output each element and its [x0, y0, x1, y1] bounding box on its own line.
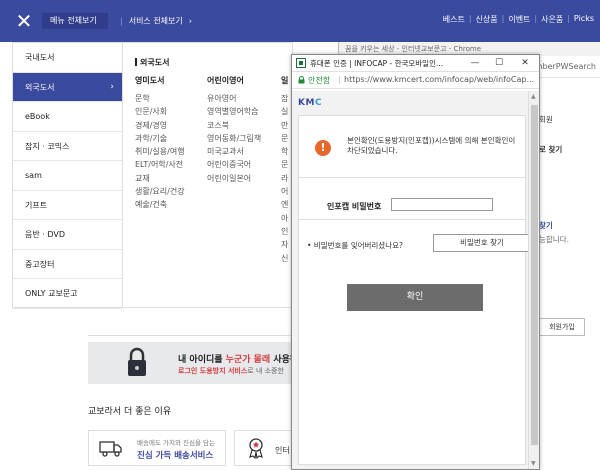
service-all-link[interactable]: | 서비스 전체보기 ›	[120, 16, 192, 27]
popup-scrollbar[interactable]: ▲ ▼	[528, 91, 539, 469]
link-new[interactable]: 신상품	[476, 14, 498, 25]
chevron-right-icon: ›	[188, 16, 192, 26]
maximize-icon[interactable]: ☐	[488, 56, 510, 70]
infocap-password-input[interactable]	[391, 198, 493, 211]
nav-item-music[interactable]: 음반 · DVD	[13, 220, 122, 250]
find-link[interactable]: 찾기	[539, 220, 553, 231]
col-link[interactable]: 생활/요리/건강	[135, 185, 185, 198]
col-link[interactable]: 과학/기술	[135, 132, 185, 145]
truck-icon	[99, 441, 122, 457]
col-link[interactable]: 교재	[135, 172, 185, 185]
close-menu-icon[interactable]: ✕	[10, 8, 38, 34]
scroll-thumb[interactable]	[531, 105, 538, 445]
secure-label: 안전함	[308, 76, 331, 85]
link-picks[interactable]: Picks	[574, 14, 594, 25]
col-link[interactable]: 코스북	[207, 119, 261, 132]
lock-icon	[298, 76, 305, 84]
kmc-auth-popup: 휴대폰 인증 | INFOCAP - 한국모바일인... — ☐ ✕ 안전함 |…	[291, 54, 540, 470]
medal-icon	[249, 438, 263, 459]
card-title: 진심 가득 배송서비스	[137, 451, 214, 461]
delivery-service-card[interactable]: 배송에도 가치와 진심을 담는 진심 가득 배송서비스	[88, 430, 226, 466]
login-protect-banner[interactable]: 내 아이디를 누군가 몰래 사용하 로그인 도용방지 서비스로 내 소중한	[88, 342, 298, 384]
forgot-row: • 비밀번호를 잊어버리셨나요? 비밀번호 찾기	[299, 228, 531, 258]
mega-col-kids-english: 어린이영어 유아영어 영역별영어학습 코스북 영어동화/그림책 미국교과서 어린…	[207, 75, 261, 185]
warning-icon: !	[315, 140, 331, 156]
nav-item-sam[interactable]: sam	[13, 161, 122, 191]
nav-item-domestic[interactable]: 국내도서	[13, 43, 122, 73]
second-service-card[interactable]: 인터	[234, 430, 294, 466]
section-title: 교보라서 더 좋은 이유	[88, 407, 172, 417]
close-icon[interactable]: ✕	[514, 56, 536, 70]
popup-url-bar[interactable]: 안전함 | https://www.kmcert.com/infocap/web…	[292, 72, 539, 89]
nav-item-ebook[interactable]: eBook	[13, 102, 122, 132]
mega-col-english: 영미도서 문학 인문/사회 경제/경영 과학/기술 취미/실용/여행 ELT/어…	[135, 75, 185, 212]
top-nav-bar: ✕ 메뉴 전체보기 | 서비스 전체보기 › 베스트 | 신상품 | 이벤트 |…	[0, 0, 600, 42]
card-caption: 배송에도 가치와 진심을 담는	[137, 439, 215, 447]
alert-message: 본인확인(도용방지(인포캡))시스템에 의해 본인확인이 차단되었습니다.	[347, 136, 516, 155]
auth-card: ! 본인확인(도용방지(인포캡))시스템에 의해 본인확인이 차단되었습니다. …	[298, 115, 531, 465]
col-link[interactable]: 취미/실용/여행	[135, 145, 185, 158]
category-nav: 국내도서 외국도서 › eBook 잡지 · 코믹스 sam 기프트 음반 · D…	[12, 42, 123, 309]
nav-item-used[interactable]: 중고장터	[13, 250, 122, 279]
member-text: 회원	[539, 115, 553, 124]
scroll-up-icon[interactable]: ▲	[531, 93, 536, 100]
col-link[interactable]: 미국교과서	[207, 145, 261, 158]
confirm-button[interactable]: 확인	[347, 284, 483, 311]
col-link[interactable]: ELT/어학/사전	[135, 158, 185, 171]
popup-url: https://www.kmcert.com/infocap/web/infoC…	[344, 75, 534, 84]
password-row: 인포캡 비밀번호	[299, 190, 525, 220]
col-link[interactable]: 어린이중국어	[207, 158, 261, 171]
link-best[interactable]: 베스트	[443, 14, 465, 25]
col-heading[interactable]: 어린이영어	[207, 75, 261, 86]
banner-headline: 내 아이디를 누군가 몰래 사용하	[178, 355, 299, 365]
col-link[interactable]: 경제/경영	[135, 119, 185, 132]
top-right-links: 베스트 | 신상품 | 이벤트 | 사은품 | Picks	[442, 14, 594, 25]
col-heading[interactable]: 영미도서	[135, 75, 185, 86]
minimize-icon[interactable]: —	[464, 56, 486, 70]
chevron-right-icon: ›	[110, 81, 114, 92]
popup-window-title: 휴대폰 인증 | INFOCAP - 한국모바일인...	[310, 59, 444, 68]
alert-box: ! 본인확인(도용방지(인포캡))시스템에 의해 본인확인이 차단되었습니다.	[299, 116, 525, 178]
nav-item-only[interactable]: ONLY 교보문고	[13, 279, 122, 309]
col-link[interactable]: 예술/건축	[135, 198, 185, 211]
col-link[interactable]: 영어동화/그림책	[207, 132, 261, 145]
card-title: 인터	[275, 446, 290, 455]
link-event[interactable]: 이벤트	[508, 14, 530, 25]
menu-all-tab[interactable]: 메뉴 전체보기	[42, 13, 108, 29]
mega-menu-panel: 외국도서 영미도서 문학 인문/사회 경제/경영 과학/기술 취미/실용/여행 …	[123, 42, 293, 308]
popup-titlebar: 휴대폰 인증 | INFOCAP - 한국모바일인... — ☐ ✕	[292, 55, 539, 72]
favicon-icon	[296, 58, 306, 68]
forgot-password-text: • 비밀번호를 잊어버리셨나요?	[307, 241, 403, 250]
padlock-icon	[128, 347, 146, 376]
find-by-text: 로 찾기	[539, 145, 563, 154]
col-link[interactable]: 문학	[135, 92, 185, 105]
password-label: 인포캡 비밀번호	[327, 202, 382, 211]
banner-subline: 로그인 도용방지 서비스로 내 소중한	[178, 367, 284, 375]
mega-menu-title: 외국도서	[135, 57, 169, 68]
scroll-down-icon[interactable]: ▼	[531, 460, 536, 467]
kmc-logo: KMC	[298, 98, 323, 108]
col-link[interactable]: 유아영어	[207, 92, 261, 105]
background-divider	[88, 308, 294, 336]
popup-content: KMC ! 본인확인(도용방지(인포캡))시스템에 의해 본인확인이 차단되었습…	[292, 91, 531, 469]
nav-item-foreign[interactable]: 외국도서 ›	[13, 72, 122, 102]
nav-item-gift[interactable]: 기프트	[13, 191, 122, 220]
join-button[interactable]: 회원가입	[539, 318, 585, 336]
col-link[interactable]: 어린이일본어	[207, 172, 261, 185]
col-link[interactable]: 인문/사회	[135, 105, 185, 118]
find-password-button[interactable]: 비밀번호 찾기	[433, 234, 531, 252]
service-all-label: 서비스 전체보기	[128, 16, 183, 26]
link-gift[interactable]: 사은품	[541, 14, 563, 25]
nav-item-magazine[interactable]: 잡지 · 코믹스	[13, 132, 122, 161]
possible-text: 능합니다.	[539, 235, 569, 244]
col-link[interactable]: 영역별영어학습	[207, 105, 261, 118]
